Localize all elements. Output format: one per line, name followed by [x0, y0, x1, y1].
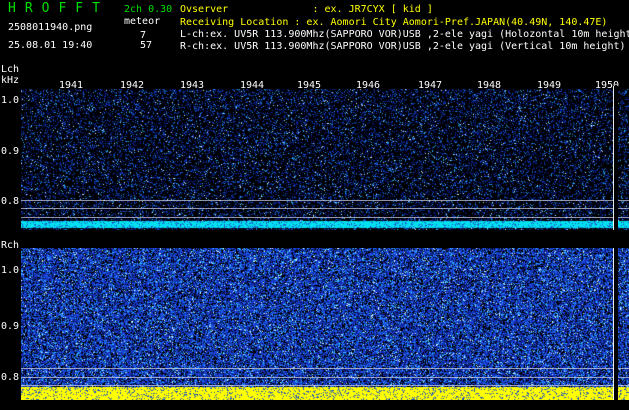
- rch-grid-line: [21, 385, 629, 386]
- location-line: Receiving Location : ex. Aomori City Aom…: [180, 17, 608, 28]
- rch-description: R-ch:ex. UV5R 113.900Mhz(SAPPORO VOR)USB…: [180, 41, 626, 52]
- filename-label: 2508011940.png: [8, 22, 93, 33]
- datetime-label: 25.08.01 19:40: [8, 40, 93, 51]
- rch-tick-3: 0.8: [1, 372, 20, 383]
- lch-title: Lch: [1, 64, 20, 75]
- rch-tick-1: 1.0: [1, 265, 20, 276]
- version-label: 2ch 0.30: [124, 4, 173, 15]
- rch-title: Rch: [1, 240, 20, 251]
- lch-tick-3: 0.8: [1, 196, 20, 207]
- observer-line: Ovserver : ex. JR7CYX [ kid ]: [180, 4, 433, 15]
- rch-grid-line: [21, 377, 629, 378]
- app-logo: HROFFT: [8, 1, 109, 16]
- rch-grid-line: [21, 368, 629, 369]
- lch-grid-line: [21, 200, 629, 201]
- lch-tick-2: 0.9: [1, 146, 20, 157]
- lch-grid-line: [21, 208, 629, 209]
- meteor-count-rch: 57: [140, 40, 153, 51]
- lch-unit: kHz: [1, 75, 20, 86]
- lch-tick-1: 1.0: [1, 95, 20, 106]
- rch-tick-2: 0.9: [1, 321, 20, 332]
- meteor-label: meteor: [124, 16, 161, 27]
- lch-grid-line: [21, 217, 629, 218]
- lch-description: L-ch:ex. UV5R 113.900Mhz(SAPPORO VOR)USB…: [180, 29, 629, 40]
- right-edge-bar: [614, 86, 618, 400]
